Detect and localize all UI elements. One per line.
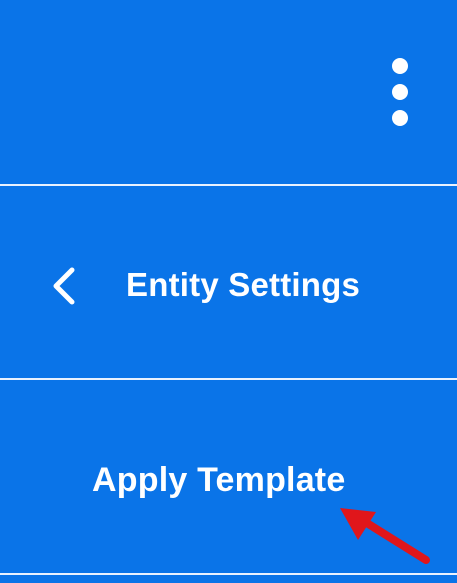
- kebab-vertical-icon: [392, 110, 408, 126]
- apply-template-button[interactable]: Apply Template: [92, 456, 345, 504]
- bottom-strip: [0, 575, 457, 583]
- page-title: Entity Settings: [126, 266, 361, 303]
- more-options-button[interactable]: [380, 54, 420, 130]
- navigation-row: Entity Settings: [0, 258, 457, 314]
- back-button[interactable]: [44, 264, 84, 308]
- kebab-vertical-icon: [392, 84, 408, 100]
- kebab-vertical-icon: [392, 58, 408, 74]
- chevron-left-icon: [53, 267, 75, 305]
